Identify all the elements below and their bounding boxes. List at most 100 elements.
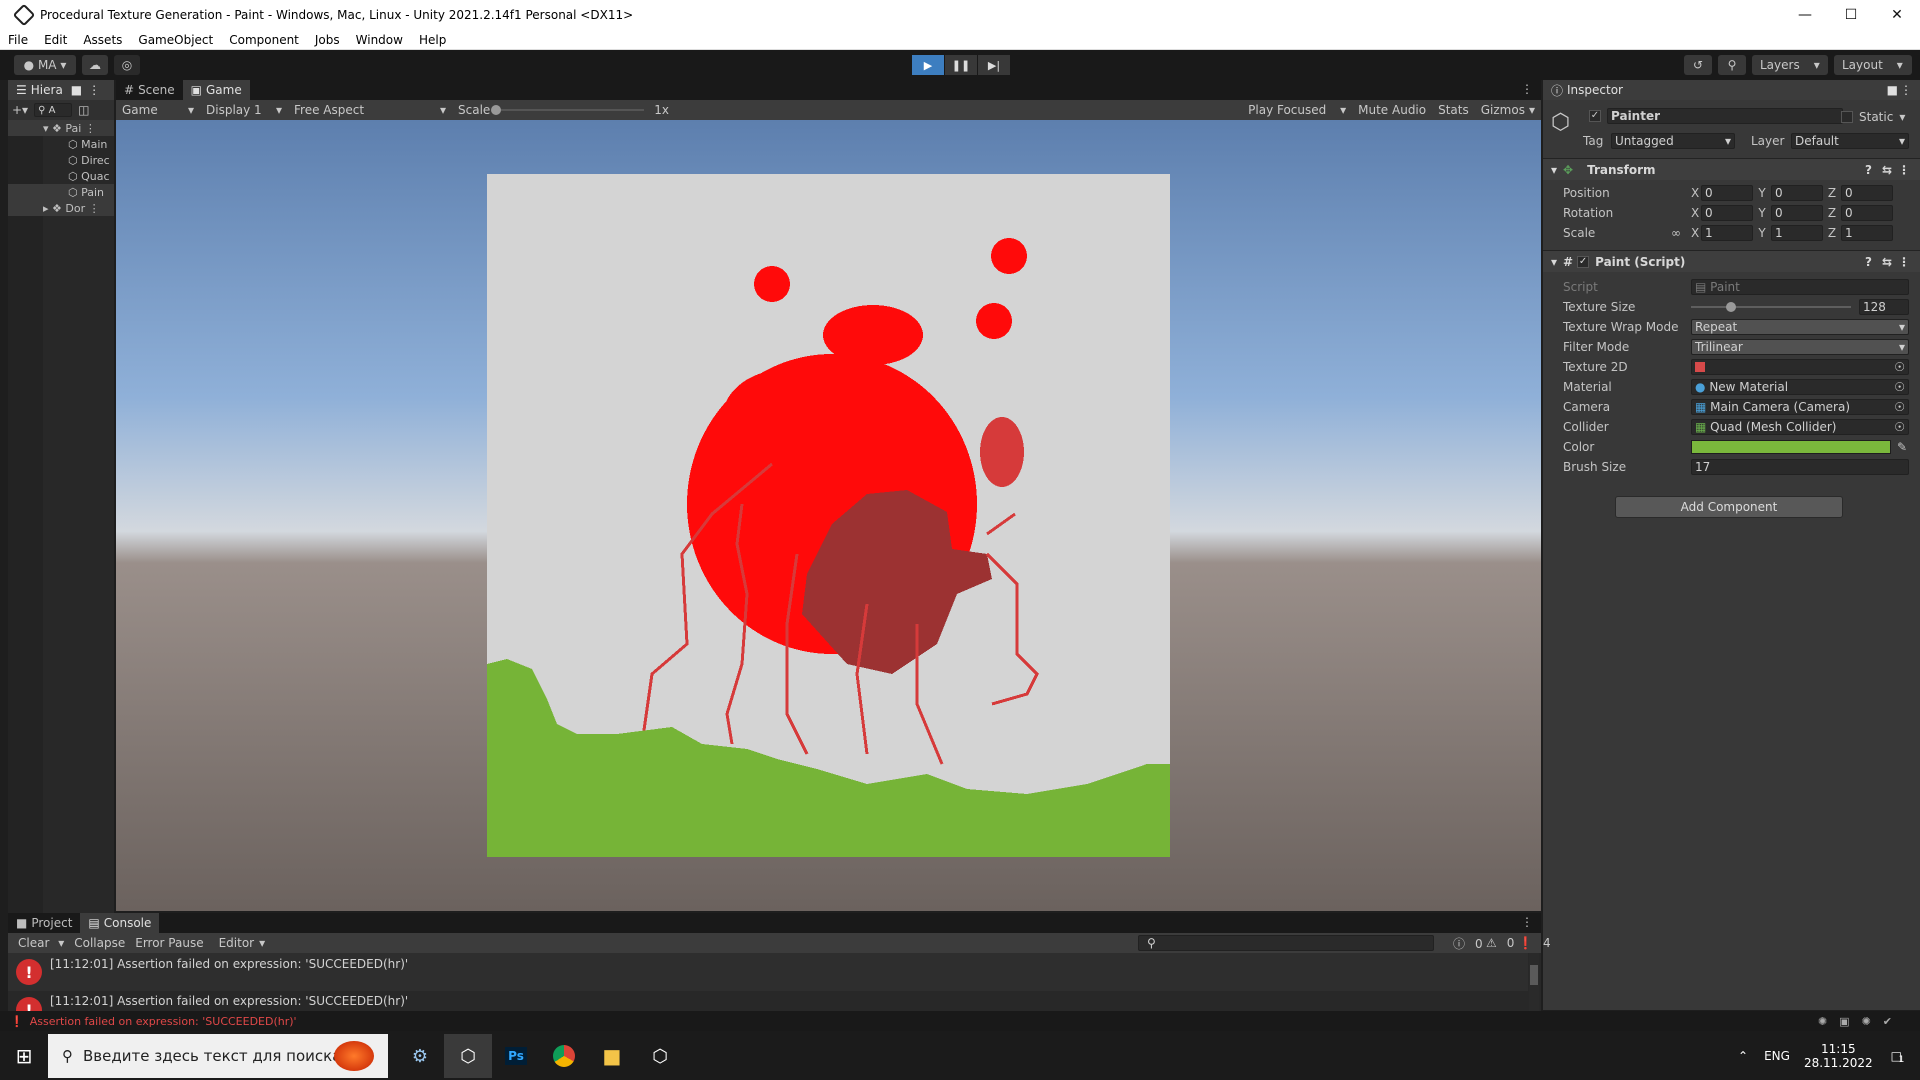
hierarchy-search-input[interactable]: ⚲ A	[34, 103, 73, 117]
object-picker-icon[interactable]: ☉	[1894, 380, 1905, 394]
play-focused-dropdown[interactable]: Play Focused ▾	[1242, 103, 1352, 117]
close-button[interactable]: ✕	[1874, 0, 1920, 30]
taskbar-chrome[interactable]	[540, 1034, 588, 1078]
aspect-dropdown[interactable]: Free Aspect ▾	[288, 103, 452, 117]
active-checkbox[interactable]: ✓	[1589, 110, 1601, 122]
tab-inspector[interactable]: ⓘ Inspector ■ ⋮	[1543, 80, 1920, 100]
log-entry[interactable]: ! [11:12:01] Assertion failed on expressi…	[8, 991, 1528, 1011]
taskbar-unity-editor[interactable]: ⬡	[636, 1034, 684, 1078]
position-z-field[interactable]: 0	[1841, 185, 1893, 201]
menu-help[interactable]: Help	[411, 33, 454, 47]
camera-field[interactable]: ▦ Main Camera (Camera) ☉	[1691, 399, 1909, 415]
color-swatch[interactable]	[1691, 440, 1891, 454]
scale-slider-handle[interactable]	[491, 105, 502, 115]
error-pause-button[interactable]: Error Pause	[130, 936, 208, 950]
paint-canvas[interactable]	[487, 174, 1170, 857]
object-picker-icon[interactable]: ☉	[1894, 400, 1905, 414]
account-dropdown[interactable]: ● MA ▾	[14, 55, 76, 75]
gizmos-toggle[interactable]: Gizmos ▾	[1475, 103, 1541, 117]
tab-project[interactable]: ■ Project	[8, 913, 80, 933]
component-enabled-checkbox[interactable]: ✓	[1577, 255, 1590, 268]
hierarchy-item-quad[interactable]: ⬡ Quac	[8, 168, 114, 184]
menu-dots-icon[interactable]: ⋮	[88, 83, 100, 97]
windows-start-button[interactable]: ⊞	[0, 1034, 48, 1078]
menu-window[interactable]: Window	[348, 33, 411, 47]
tab-console[interactable]: ▤ Console	[80, 913, 160, 933]
collider-field[interactable]: ▦ Quad (Mesh Collider) ☉	[1691, 419, 1909, 435]
game-mode-dropdown[interactable]: Game ▾	[116, 103, 200, 117]
taskbar-unity-hub[interactable]: ⬡	[444, 1034, 492, 1078]
hierarchy-item-dontdestroy[interactable]: ▸ ❖ Dor ⋮	[8, 200, 114, 216]
filter-icon[interactable]: ◫	[78, 103, 89, 117]
preset-icon[interactable]: ⇆	[1882, 255, 1892, 269]
tab-hierarchy[interactable]: ☰ Hiera ■ ⋮	[8, 80, 114, 100]
pause-button[interactable]: ❚❚	[945, 55, 977, 75]
tab-game[interactable]: ▣ Game	[182, 80, 250, 100]
minimize-button[interactable]: —	[1782, 0, 1828, 30]
wrap-mode-dropdown[interactable]: Repeat ▾	[1691, 319, 1909, 335]
menu-dots-icon[interactable]: ⋮	[1898, 255, 1910, 269]
texture-size-slider-handle[interactable]	[1726, 302, 1736, 312]
lock-icon[interactable]: ■	[1887, 83, 1898, 97]
menu-file[interactable]: File	[0, 33, 36, 47]
rotation-z-field[interactable]: 0	[1841, 205, 1893, 221]
menu-assets[interactable]: Assets	[75, 33, 130, 47]
scale-z-field[interactable]: 1	[1841, 225, 1893, 241]
mute-audio-toggle[interactable]: Mute Audio	[1352, 103, 1432, 117]
texture2d-field[interactable]: ☉	[1691, 359, 1909, 375]
hierarchy-item-main-camera[interactable]: ⬡ Main	[8, 136, 114, 152]
notifications-icon[interactable]: □ 1	[1891, 1049, 1905, 1065]
hierarchy-item-directional-light[interactable]: ⬡ Direc	[8, 152, 114, 168]
rotation-y-field[interactable]: 0	[1771, 205, 1823, 221]
layer-dropdown[interactable]: Default ▾	[1791, 133, 1909, 149]
object-picker-icon[interactable]: ☉	[1894, 360, 1905, 374]
scale-slider[interactable]	[491, 105, 645, 115]
log-entry[interactable]: ! [11:12:01] Assertion failed on expressi…	[8, 953, 1528, 991]
material-field[interactable]: ● New Material ☉	[1691, 379, 1909, 395]
menu-jobs[interactable]: Jobs	[307, 33, 348, 47]
taskbar-photoshop[interactable]: Ps	[492, 1034, 540, 1078]
scale-x-field[interactable]: 1	[1701, 225, 1753, 241]
position-y-field[interactable]: 0	[1771, 185, 1823, 201]
brush-size-field[interactable]: 17	[1691, 459, 1909, 475]
console-scrollbar[interactable]	[1529, 953, 1539, 1011]
layers-dropdown[interactable]: Layers ▾	[1752, 55, 1828, 75]
console-search-input[interactable]: ⚲	[1138, 935, 1434, 951]
chevron-down-icon[interactable]: ▾	[1899, 110, 1905, 124]
menu-edit[interactable]: Edit	[36, 33, 75, 47]
add-component-button[interactable]: Add Component	[1615, 496, 1843, 518]
transform-header[interactable]: ▾ ✥ Transform ? ⇆ ⋮	[1543, 158, 1920, 180]
eyedropper-icon[interactable]: ✎	[1897, 440, 1907, 454]
position-x-field[interactable]: 0	[1701, 185, 1753, 201]
object-picker-icon[interactable]: ☉	[1894, 420, 1905, 434]
layout-dropdown[interactable]: Layout ▾	[1834, 55, 1912, 75]
hierarchy-item-painter[interactable]: ⬡ Pain	[8, 184, 114, 200]
tab-scene[interactable]: # Scene	[116, 80, 183, 100]
step-button[interactable]: ▶|	[978, 55, 1010, 75]
texture-size-field[interactable]: 128	[1859, 299, 1909, 315]
paint-script-header[interactable]: ▾ # ✓ Paint (Script) ? ⇆ ⋮	[1543, 250, 1920, 272]
maximize-button[interactable]: ☐	[1828, 0, 1874, 30]
add-icon[interactable]: +▾	[12, 103, 28, 117]
menu-dots-icon[interactable]: ⋮	[1521, 82, 1533, 96]
help-icon[interactable]: ?	[1865, 255, 1872, 269]
editor-dropdown[interactable]: Editor ▾	[209, 936, 271, 950]
menu-dots-icon[interactable]: ⋮	[1521, 915, 1533, 929]
tray-expand-icon[interactable]: ⌃	[1738, 1049, 1748, 1063]
search-button[interactable]: ⚲	[1718, 55, 1746, 75]
collab-button[interactable]: ◎	[114, 55, 140, 75]
taskbar-steam[interactable]: ⚙	[396, 1034, 444, 1078]
object-name-field[interactable]: Painter	[1607, 108, 1843, 124]
error-count-toggle[interactable]: ❗ 4	[1508, 936, 1561, 950]
hierarchy-item-scene[interactable]: ▾ ❖ Pai ⋮	[8, 120, 114, 136]
preset-icon[interactable]: ⇆	[1882, 163, 1892, 177]
play-button[interactable]: ▶	[912, 55, 944, 75]
display-dropdown[interactable]: Display 1 ▾	[200, 103, 288, 117]
texture-size-slider[interactable]	[1691, 302, 1851, 312]
menu-dots-icon[interactable]: ⋮	[1900, 83, 1912, 97]
taskbar-explorer[interactable]: ■	[588, 1034, 636, 1078]
clock[interactable]: 11:15 28.11.2022	[1804, 1042, 1873, 1070]
static-toggle[interactable]: Static ▾	[1841, 110, 1905, 124]
clear-button[interactable]: Clear ▾	[8, 936, 69, 950]
stats-toggle[interactable]: Stats	[1432, 103, 1475, 117]
